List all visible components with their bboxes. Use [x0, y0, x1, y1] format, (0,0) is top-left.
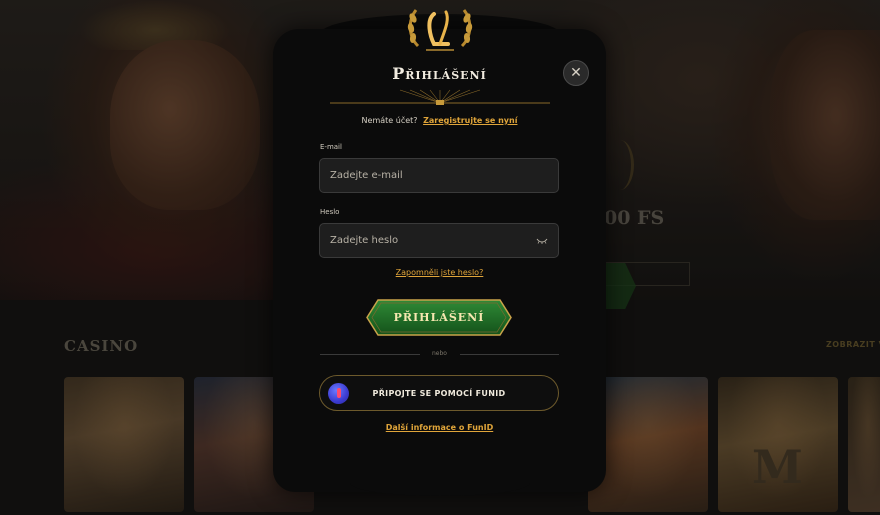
funid-connect-button[interactable]: PŘIPOJTE SE POMOCÍ FUNID — [319, 375, 559, 411]
funid-button-label: PŘIPOJTE SE POMOCÍ FUNID — [372, 388, 506, 398]
password-field-container — [319, 223, 559, 258]
login-button[interactable]: Přihlášení — [366, 299, 512, 336]
email-field-container — [319, 158, 559, 193]
eye-closed-icon[interactable] — [536, 238, 548, 244]
forgot-password-link[interactable]: Zapomněli jste heslo? — [273, 268, 606, 277]
close-icon: ✕ — [570, 65, 582, 81]
divider-right — [460, 354, 559, 355]
funid-more-info-link[interactable]: Další informace o FunID — [273, 423, 606, 432]
login-button-label: Přihlášení — [393, 311, 485, 324]
register-link[interactable]: Zaregistrujte se nyní — [423, 116, 517, 125]
email-label: E-mail — [320, 143, 342, 151]
close-button[interactable]: ✕ — [563, 60, 589, 86]
register-question: Nemáte účet? — [361, 116, 418, 125]
modal-bottom-wave — [350, 470, 530, 496]
brand-logo-icon — [407, 9, 473, 51]
password-label: Heslo — [320, 208, 340, 216]
password-field[interactable] — [330, 235, 548, 246]
title-rays-decoration — [330, 89, 550, 105]
modal-title: Přihlášení — [392, 64, 487, 83]
register-prompt: Nemáte účet? Zaregistrujte se nyní — [273, 116, 606, 125]
email-field[interactable] — [330, 170, 548, 181]
